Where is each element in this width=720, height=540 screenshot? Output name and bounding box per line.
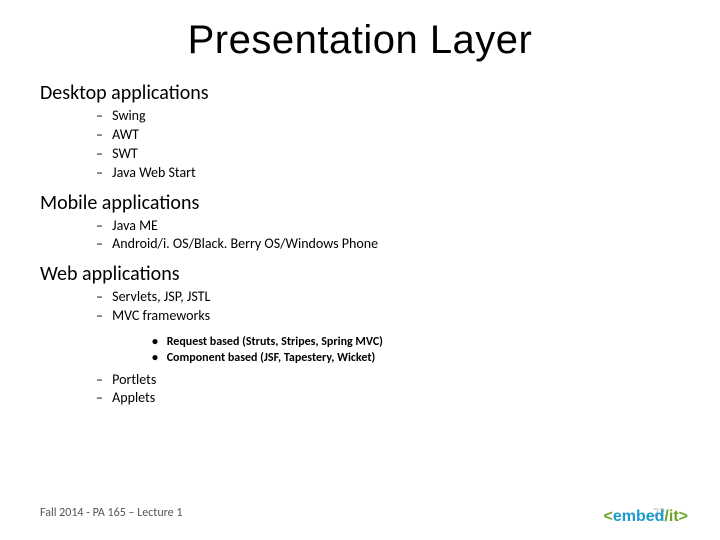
list-item: Swing: [96, 107, 680, 126]
embedit-logo: <embed/it>: [604, 508, 689, 526]
list-item: Java ME: [96, 217, 680, 236]
section-heading-desktop: Desktop applications: [40, 81, 680, 105]
list-item: Java Web Start: [96, 164, 680, 183]
list-item: Android/i. OS/Black. Berry OS/Windows Ph…: [96, 235, 680, 254]
mobile-list: Java ME Android/i. OS/Black. Berry OS/Wi…: [40, 217, 680, 255]
slide: Presentation Layer Desktop applications …: [0, 0, 720, 540]
slide-title: Presentation Layer: [40, 18, 680, 63]
web-list-pre: Servlets, JSP, JSTL MVC frameworks: [40, 288, 680, 326]
list-item: Servlets, JSP, JSTL: [96, 288, 680, 307]
list-item: AWT: [96, 126, 680, 145]
web-sublist: Request based (Struts, Stripes, Spring M…: [40, 334, 680, 366]
section-heading-web: Web applications: [40, 262, 680, 286]
list-item: SWT: [96, 145, 680, 164]
list-item: MVC frameworks: [96, 307, 680, 326]
logo-lt: <: [604, 508, 613, 525]
logo-it: it: [669, 508, 679, 525]
section-heading-mobile: Mobile applications: [40, 191, 680, 215]
list-item: Portlets: [96, 371, 680, 390]
logo-gt: >: [679, 508, 688, 525]
list-item: Component based (JSF, Tapestery, Wicket): [152, 350, 680, 366]
list-item: Applets: [96, 389, 680, 408]
desktop-list: Swing AWT SWT Java Web Start: [40, 107, 680, 183]
logo-embed: embed: [613, 508, 665, 525]
web-list-post: Portlets Applets: [40, 371, 680, 409]
footer-text: Fall 2014 - PA 165 – Lecture 1: [40, 506, 182, 520]
list-item: Request based (Struts, Stripes, Spring M…: [152, 334, 680, 350]
